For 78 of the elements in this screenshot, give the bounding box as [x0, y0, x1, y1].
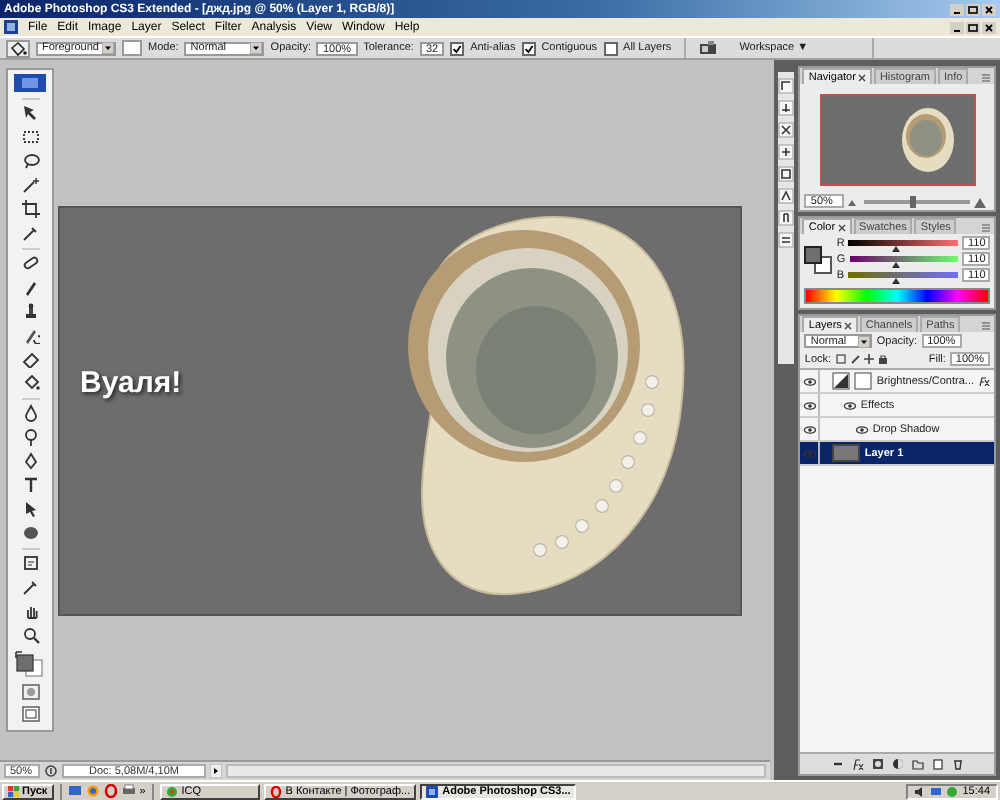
dropdown-arrow-icon[interactable] — [250, 42, 263, 54]
dodge-icon[interactable] — [21, 428, 39, 446]
app-icon[interactable] — [4, 20, 18, 34]
zoom-in-icon[interactable] — [974, 195, 990, 207]
minimize-icon[interactable] — [950, 21, 964, 33]
status-menu-arrow-icon[interactable] — [210, 764, 222, 778]
hand-icon[interactable] — [21, 602, 39, 620]
folder-icon[interactable] — [911, 758, 924, 770]
zoom-icon[interactable] — [21, 626, 39, 644]
close-icon[interactable] — [982, 3, 996, 15]
close-icon[interactable] — [982, 21, 996, 33]
bandage-icon[interactable] — [21, 254, 39, 272]
shape-icon[interactable] — [21, 524, 39, 542]
color-swatches-icon[interactable] — [14, 650, 46, 678]
document-info-icon — [44, 764, 58, 778]
workspace-icon[interactable] — [697, 40, 718, 56]
close-icon[interactable] — [843, 321, 852, 329]
document-caption: Вуаля! — [80, 366, 182, 400]
pattern-swatch[interactable] — [122, 40, 142, 56]
lock-transparency-icon[interactable] — [835, 354, 846, 364]
app-logo-icon[interactable] — [14, 74, 46, 92]
pointer-icon[interactable] — [21, 500, 39, 518]
navigator-thumbnail[interactable] — [819, 94, 976, 186]
eyedropper-icon[interactable] — [21, 578, 39, 596]
pen-icon[interactable] — [21, 452, 39, 470]
link-icon[interactable] — [831, 758, 844, 770]
checkbox[interactable] — [450, 41, 465, 55]
desktop-icon[interactable] — [67, 784, 82, 798]
app-icon — [426, 785, 439, 797]
lock-brush-icon[interactable] — [849, 354, 860, 364]
dropdown-arrow-icon[interactable] — [102, 42, 114, 54]
type-icon[interactable] — [21, 476, 39, 494]
color-spectrum[interactable] — [804, 288, 990, 304]
speaker-icon[interactable] — [914, 785, 927, 797]
trash-icon[interactable] — [951, 758, 964, 770]
marquee-icon[interactable] — [21, 128, 39, 146]
eye-icon[interactable] — [856, 425, 869, 433]
adjustment-icon[interactable] — [891, 758, 904, 770]
paint-bucket-icon[interactable] — [6, 39, 30, 57]
status-dot-icon[interactable] — [946, 785, 959, 797]
horizontal-scrollbar[interactable] — [226, 764, 766, 778]
slider-thumb[interactable] — [909, 195, 916, 207]
effects-icon[interactable] — [978, 376, 990, 386]
foreground-color-swatch[interactable] — [804, 245, 823, 263]
windows-flag-icon — [8, 785, 20, 797]
zoom-out-icon[interactable] — [848, 196, 861, 206]
eyedropper-icon[interactable] — [21, 224, 39, 242]
move-icon[interactable] — [21, 104, 39, 122]
notes-icon[interactable] — [21, 554, 39, 572]
lock-move-icon[interactable] — [863, 354, 874, 364]
dropdown-arrow-icon[interactable] — [858, 335, 871, 347]
screen-mode-icon[interactable] — [21, 706, 39, 722]
quick-mask-icon[interactable] — [21, 684, 39, 700]
fx-icon[interactable] — [851, 758, 864, 770]
eye-icon[interactable] — [803, 377, 816, 385]
eye-icon[interactable] — [803, 425, 816, 433]
padlock-icon[interactable] — [877, 354, 888, 364]
brush-icon[interactable] — [21, 278, 39, 296]
layer-thumbnail — [832, 444, 861, 462]
stamp-icon[interactable] — [21, 302, 39, 320]
drop-icon[interactable] — [21, 404, 39, 422]
printer-icon[interactable] — [121, 784, 136, 798]
lasso-icon[interactable] — [21, 152, 39, 170]
eye-icon[interactable] — [803, 401, 816, 409]
eye-icon[interactable] — [844, 401, 857, 409]
minimize-icon[interactable] — [950, 3, 964, 15]
close-icon[interactable] — [857, 73, 866, 81]
close-icon[interactable] — [837, 223, 846, 231]
checkbox[interactable] — [603, 41, 618, 55]
basket-thumbnail-drawing — [897, 102, 958, 178]
crop-icon[interactable] — [21, 200, 39, 218]
wand-icon[interactable] — [21, 176, 39, 194]
history-brush-icon[interactable] — [21, 326, 39, 344]
checkbox[interactable] — [521, 41, 536, 55]
eraser-icon[interactable] — [21, 350, 39, 368]
mask-icon[interactable] — [871, 758, 884, 770]
new-layer-icon[interactable] — [931, 758, 944, 770]
paint-bucket-icon[interactable] — [21, 374, 39, 392]
